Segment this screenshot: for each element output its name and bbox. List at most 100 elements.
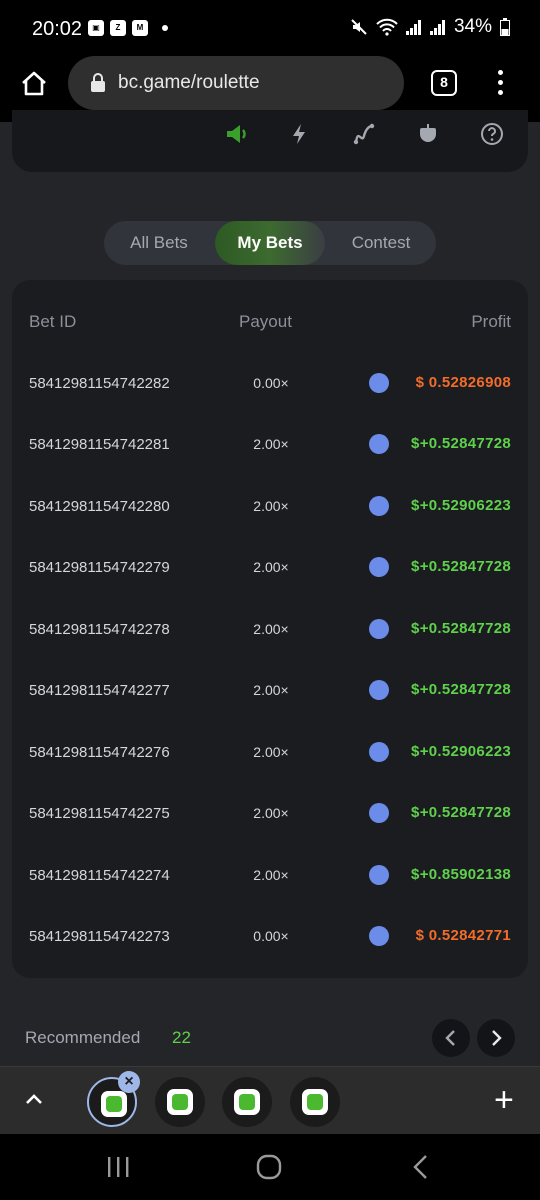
- table-row[interactable]: 58412981154742280 2.00× $+0.52906223: [12, 476, 528, 537]
- ethereum-icon: [369, 742, 389, 762]
- bet-id: 58412981154742279: [29, 559, 170, 576]
- signal-icon: [405, 20, 421, 35]
- bet-id: 58412981154742275: [29, 805, 170, 822]
- bcgame-favicon-icon: [167, 1089, 193, 1115]
- home-nav-icon[interactable]: [256, 1154, 282, 1180]
- recommended-count: 22: [172, 1028, 191, 1047]
- ethereum-icon: [369, 865, 389, 885]
- profit: $+0.52847728: [411, 681, 511, 698]
- ethereum-icon: [369, 496, 389, 516]
- bets-tabs: All Bets My Bets Contest: [104, 221, 436, 265]
- lightning-icon[interactable]: [288, 122, 312, 146]
- previous-button[interactable]: [432, 1019, 470, 1057]
- profit: $ 0.52842771: [415, 927, 511, 944]
- bcgame-favicon-icon: [101, 1091, 127, 1117]
- status-time: 20:02: [32, 18, 83, 40]
- profit: $+0.85902138: [411, 866, 511, 883]
- profit: $+0.52906223: [411, 497, 511, 514]
- home-icon[interactable]: [20, 70, 48, 98]
- new-tab-icon[interactable]: +: [494, 1083, 514, 1117]
- acorn-icon[interactable]: [416, 122, 440, 146]
- lock-icon: [91, 73, 105, 92]
- payout: 2.00×: [253, 744, 289, 760]
- ethereum-icon: [369, 434, 389, 454]
- column-header-bet-id: Bet ID: [29, 312, 77, 331]
- bet-id: 58412981154742280: [29, 498, 170, 515]
- bet-id: 58412981154742274: [29, 867, 170, 884]
- recents-icon[interactable]: [106, 1156, 130, 1178]
- payout: 0.00×: [253, 928, 289, 944]
- browser-tab-strip: × +: [0, 1066, 540, 1134]
- tab-all-bets[interactable]: All Bets: [104, 221, 214, 265]
- wifi-icon: [376, 18, 398, 36]
- table-row[interactable]: 58412981154742276 2.00× $+0.52906223: [12, 722, 528, 783]
- table-row[interactable]: 58412981154742273 0.00× $ 0.52842771: [12, 906, 528, 967]
- battery-level: 34%: [453, 16, 492, 37]
- close-tab-icon[interactable]: ×: [118, 1071, 140, 1093]
- game-toolbar: [12, 110, 528, 172]
- bet-id: 58412981154742276: [29, 744, 170, 761]
- ethereum-icon: [369, 926, 389, 946]
- payout: 2.00×: [253, 559, 289, 575]
- next-button[interactable]: [477, 1019, 515, 1057]
- ethereum-icon: [369, 557, 389, 577]
- table-row[interactable]: 58412981154742279 2.00× $+0.52847728: [12, 537, 528, 598]
- profit: $ 0.52826908: [415, 374, 511, 391]
- bet-id: 58412981154742278: [29, 621, 170, 638]
- bet-id: 58412981154742282: [29, 375, 170, 392]
- payout: 2.00×: [253, 867, 289, 883]
- status-bar: 20:02 ▣ Z M 34%: [0, 0, 540, 56]
- ethereum-icon: [369, 680, 389, 700]
- bcgame-favicon-icon: [302, 1089, 328, 1115]
- browser-tab-2[interactable]: [155, 1077, 205, 1127]
- table-row[interactable]: 58412981154742282 0.00× $ 0.52826908: [12, 353, 528, 414]
- bet-id: 58412981154742277: [29, 682, 170, 699]
- column-header-payout: Payout: [239, 312, 292, 331]
- profit: $+0.52847728: [411, 804, 511, 821]
- profit: $+0.52847728: [411, 435, 511, 452]
- profit: $+0.52847728: [411, 558, 511, 575]
- url-text: bc.game/roulette: [118, 72, 260, 93]
- column-header-profit: Profit: [471, 312, 511, 331]
- bet-id: 58412981154742273: [29, 928, 170, 945]
- browser-tab-4[interactable]: [290, 1077, 340, 1127]
- chevron-left-icon: [445, 1030, 455, 1046]
- recommended-label: Recommended: [25, 1028, 141, 1047]
- browser-menu-icon[interactable]: [494, 70, 506, 98]
- tab-contest[interactable]: Contest: [326, 221, 436, 265]
- tab-switcher-button[interactable]: 8: [431, 70, 457, 96]
- table-row[interactable]: 58412981154742281 2.00× $+0.52847728: [12, 414, 528, 475]
- mute-icon: [351, 19, 367, 35]
- signal-2-icon: [429, 20, 445, 35]
- table-row[interactable]: 58412981154742275 2.00× $+0.52847728: [12, 783, 528, 844]
- more-notifications-dot-icon: [162, 25, 168, 31]
- help-icon[interactable]: [480, 122, 504, 146]
- table-row[interactable]: 58412981154742274 2.00× $+0.85902138: [12, 845, 528, 906]
- back-icon[interactable]: [410, 1154, 432, 1180]
- table-row[interactable]: 58412981154742278 2.00× $+0.52847728: [12, 599, 528, 660]
- chevron-up-icon[interactable]: [22, 1087, 46, 1111]
- payout: 2.00×: [253, 498, 289, 514]
- browser-tab-3[interactable]: [222, 1077, 272, 1127]
- speaker-icon[interactable]: [224, 122, 248, 146]
- bet-id: 58412981154742281: [29, 436, 170, 453]
- bets-table: Bet ID Payout Profit 58412981154742282 0…: [12, 280, 528, 978]
- payout: 0.00×: [253, 375, 289, 391]
- table-row[interactable]: 58412981154742277 2.00× $+0.52847728: [12, 660, 528, 721]
- curve-icon[interactable]: [352, 122, 376, 146]
- profit: $+0.52906223: [411, 743, 511, 760]
- profit: $+0.52847728: [411, 620, 511, 637]
- payout: 2.00×: [253, 805, 289, 821]
- address-bar[interactable]: bc.game/roulette: [68, 56, 404, 110]
- system-status: 34%: [350, 16, 510, 38]
- system-navigation-bar: [0, 1134, 540, 1200]
- chevron-right-icon: [492, 1030, 502, 1046]
- payout: 2.00×: [253, 682, 289, 698]
- gmail-notification-icon: M: [132, 20, 148, 36]
- payout: 2.00×: [253, 621, 289, 637]
- image-notification-icon: ▣: [88, 20, 104, 36]
- zalo-notification-icon: Z: [110, 20, 126, 36]
- battery-icon: [500, 18, 510, 36]
- tab-my-bets[interactable]: My Bets: [215, 221, 325, 265]
- ethereum-icon: [369, 373, 389, 393]
